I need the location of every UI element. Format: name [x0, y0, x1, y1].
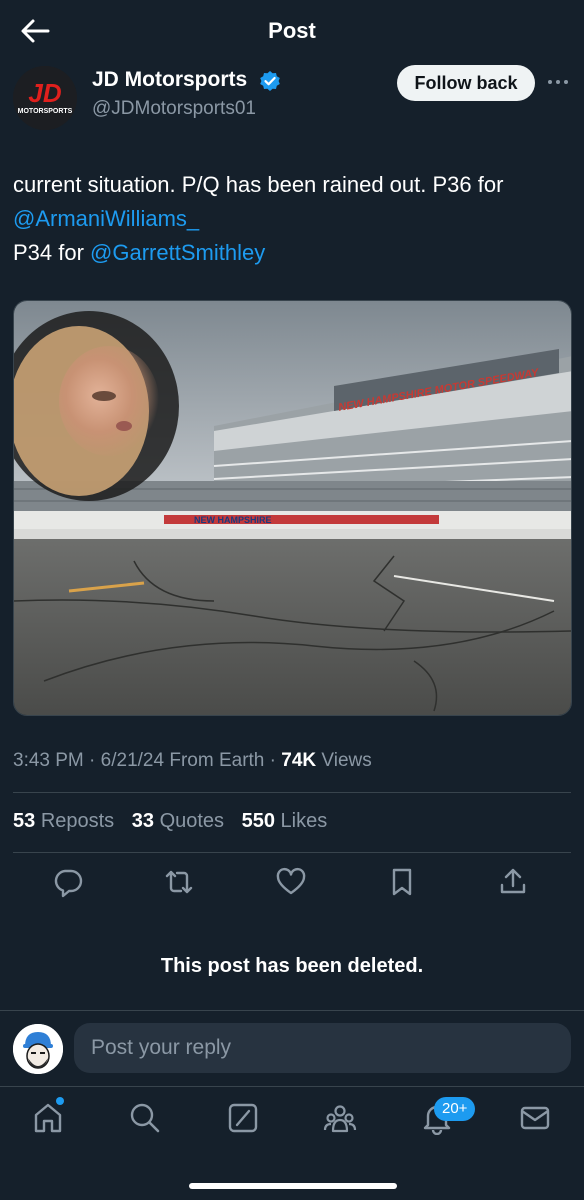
page-title: Post [268, 18, 316, 43]
verified-badge-icon [260, 71, 280, 91]
likes-count: 550 [241, 810, 275, 832]
post-source: From Earth [169, 750, 265, 771]
separator: · [269, 750, 276, 771]
user-avatar-illustration [13, 1024, 63, 1074]
reply-bar: Post your reply [0, 1010, 584, 1086]
home-notification-dot [56, 1097, 64, 1105]
mention-link[interactable]: @ArmaniWilliams_ [13, 206, 199, 231]
views-label: Views [321, 750, 372, 771]
quotes-stat[interactable]: 33 Quotes [132, 810, 224, 832]
reply-input[interactable]: Post your reply [74, 1023, 571, 1073]
logo-text: JD [28, 78, 61, 108]
author-avatar[interactable]: JD MOTORSPORTS [13, 66, 77, 130]
messages-icon[interactable] [518, 1101, 552, 1135]
author-name[interactable]: JD Motorsports [92, 68, 247, 92]
post-author: JD MOTORSPORTS JD Motorsports @JDMotorsp… [0, 62, 584, 132]
quotes-count: 33 [131, 810, 154, 832]
post-text: current situation. P/Q has been rained o… [13, 168, 573, 270]
divider [13, 792, 571, 793]
search-icon[interactable] [128, 1101, 162, 1135]
deleted-notice: This post has been deleted. [160, 955, 424, 977]
post-image[interactable]: NEW HAMPSHIRE MOTOR SPEEDWAY NEW HAMPSHI… [13, 300, 572, 716]
views-count: 74K [281, 750, 317, 771]
bookmark-icon[interactable] [386, 866, 418, 898]
top-bar: Post [0, 0, 584, 62]
notifications-badge: 20+ [434, 1097, 476, 1121]
likes-stat[interactable]: 550 Likes [242, 810, 328, 832]
jd-motorsports-logo: JD MOTORSPORTS [13, 66, 77, 130]
post-text-line-1: current situation. P/Q has been rained o… [13, 172, 504, 197]
reposts-count: 53 [13, 810, 36, 832]
image-signage: NEW HAMPSHIRE [194, 515, 272, 525]
home-indicator [189, 1183, 397, 1189]
likes-label: Likes [280, 810, 328, 832]
post-meta: 3:43 PM · 6/21/24 From Earth · 74K Views [13, 750, 372, 772]
reply-icon[interactable] [52, 866, 84, 898]
mention-link[interactable]: @GarrettSmithley [90, 240, 265, 265]
like-icon[interactable] [275, 866, 307, 898]
repost-icon[interactable] [163, 866, 195, 898]
divider [13, 852, 571, 853]
quotes-label: Quotes [159, 810, 225, 832]
user-avatar[interactable] [13, 1024, 63, 1074]
communities-icon[interactable] [323, 1101, 357, 1135]
post-time: 3:43 PM [13, 750, 84, 771]
post-stats: 53 Reposts 33 Quotes 550 Likes [13, 810, 339, 833]
grok-icon[interactable] [226, 1101, 260, 1135]
post-actions [0, 866, 584, 902]
reposts-stat[interactable]: 53 Reposts [13, 810, 114, 832]
separator: · [89, 750, 96, 771]
home-icon[interactable] [31, 1101, 65, 1135]
author-handle[interactable]: @JDMotorsports01 [92, 98, 256, 120]
logo-subtext: MOTORSPORTS [18, 108, 73, 115]
post-text-line-2: P34 for [13, 240, 91, 265]
follow-back-button[interactable]: Follow back [397, 65, 535, 101]
reposts-label: Reposts [40, 810, 115, 832]
post-date: 6/21/24 [100, 750, 165, 771]
more-options-icon[interactable] [546, 72, 570, 92]
share-icon[interactable] [497, 866, 529, 898]
